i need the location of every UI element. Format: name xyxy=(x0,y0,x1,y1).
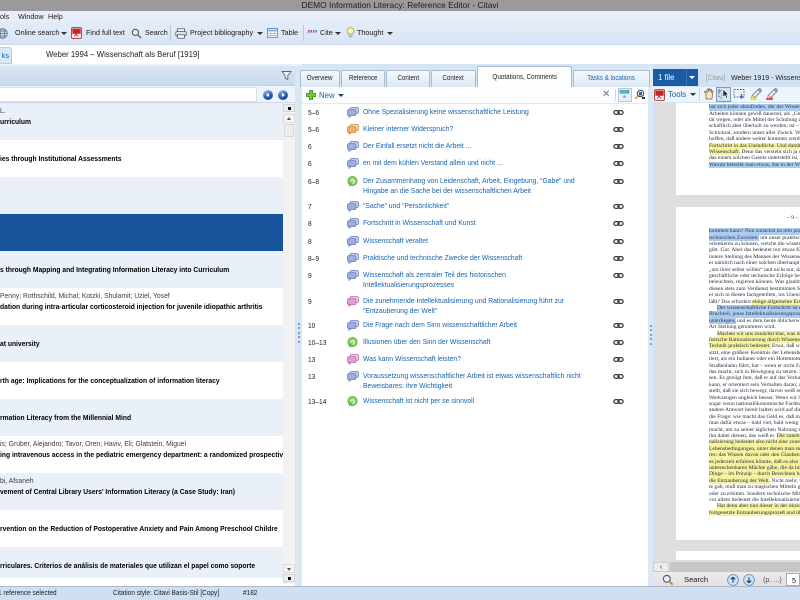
svg-text:”: ” xyxy=(312,28,318,38)
